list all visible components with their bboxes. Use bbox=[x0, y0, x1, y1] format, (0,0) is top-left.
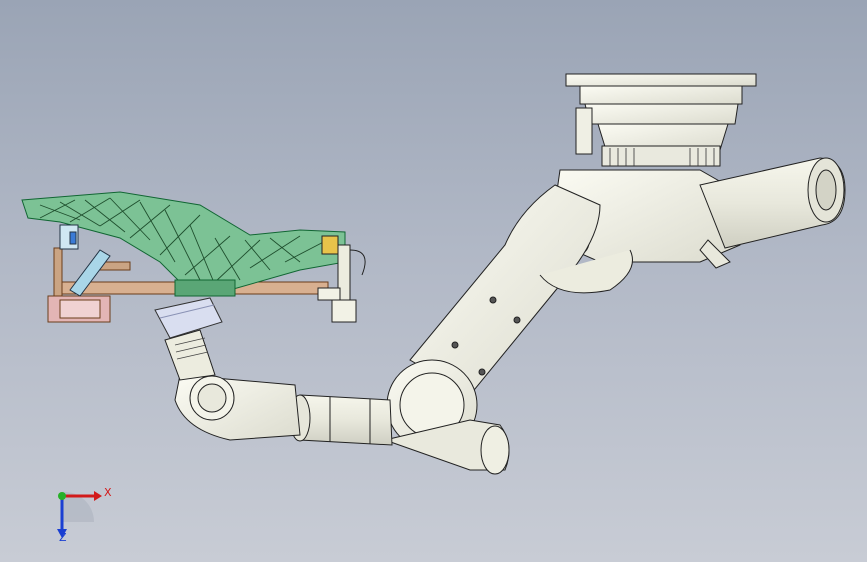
robot-base bbox=[565, 73, 757, 167]
y-axis-dot bbox=[58, 492, 66, 500]
forearm bbox=[289, 394, 393, 446]
clamp-sensor bbox=[317, 235, 366, 323]
wrist-joint bbox=[164, 329, 301, 441]
cad-viewport[interactable]: X Z bbox=[0, 0, 867, 562]
tool-flange bbox=[154, 297, 223, 339]
coordinate-triad bbox=[57, 491, 102, 538]
robot-assembly-drawing bbox=[21, 73, 846, 475]
elbow-joint bbox=[383, 359, 510, 475]
z-axis-label: Z bbox=[59, 531, 67, 544]
x-axis-label: X bbox=[104, 486, 112, 499]
